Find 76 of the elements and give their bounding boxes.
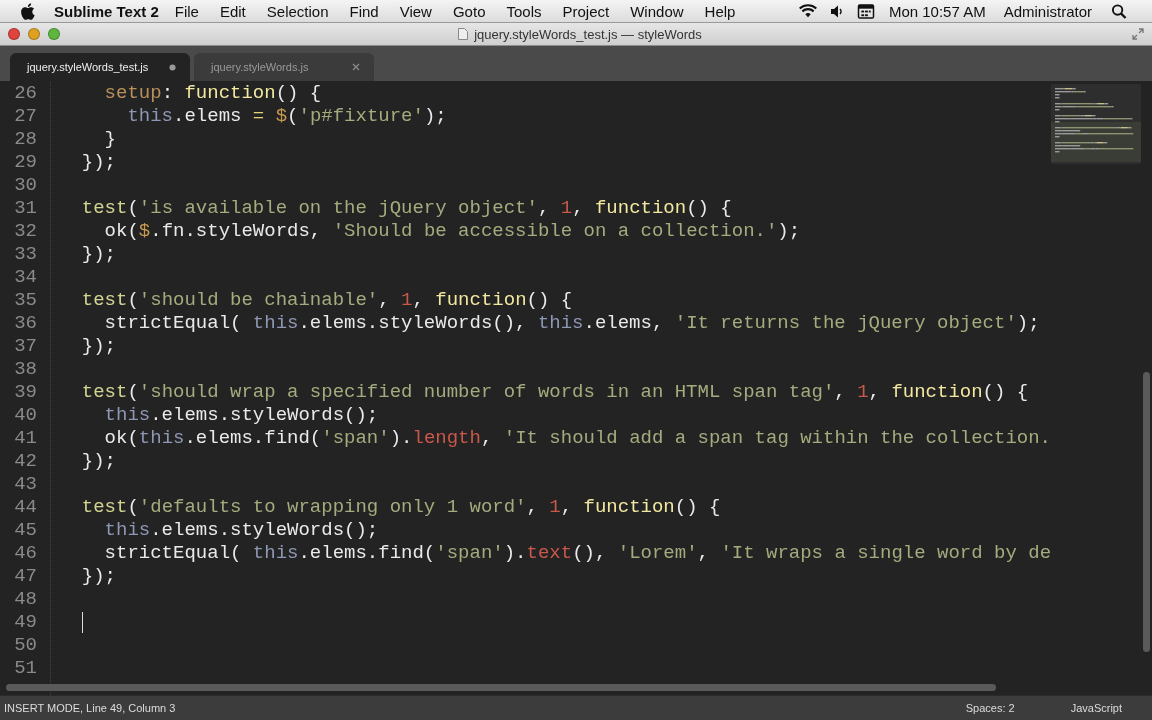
line-number: 32 xyxy=(13,220,37,243)
line-number: 51 xyxy=(13,657,37,680)
code-line: }); xyxy=(80,565,116,588)
line-number: 38 xyxy=(13,358,37,381)
menu-item[interactable]: Project xyxy=(562,2,610,20)
app-menu[interactable]: Sublime Text 2 xyxy=(54,2,159,20)
line-number: 49 xyxy=(13,611,37,634)
fullscreen-icon[interactable] xyxy=(1132,28,1144,40)
line-number: 35 xyxy=(13,289,37,312)
line-number: 34 xyxy=(13,266,37,289)
line-number: 29 xyxy=(13,151,37,174)
code-line: this.elems.styleWords(); xyxy=(103,519,379,542)
minimize-button[interactable] xyxy=(28,28,40,40)
line-number: 39 xyxy=(13,381,37,404)
wifi-icon[interactable] xyxy=(798,3,817,19)
apple-icon[interactable] xyxy=(20,2,35,20)
close-button[interactable] xyxy=(8,28,20,40)
close-icon[interactable] xyxy=(352,63,360,71)
code-line: ok($.fn.styleWords, 'Should be accessible on a collection.'); xyxy=(103,220,801,243)
code-line: this.elems.styleWords(); xyxy=(103,404,379,427)
line-number: 47 xyxy=(13,565,37,588)
syntax-setting[interactable]: JavaScript xyxy=(1070,702,1122,714)
line-number: 27 xyxy=(13,105,37,128)
line-number: 42 xyxy=(13,450,37,473)
window-title: jquery.styleWords_test.js — styleWords xyxy=(474,26,702,42)
line-number: 50 xyxy=(13,634,37,657)
code-line: test('should be chainable', 1, function() { xyxy=(80,289,573,312)
line-number: 43 xyxy=(13,473,37,496)
line-number: 31 xyxy=(13,197,37,220)
line-number: 46 xyxy=(13,542,37,565)
code-line: }); xyxy=(80,243,116,266)
file-tab[interactable]: jquery.styleWords_test.js xyxy=(10,53,190,81)
line-number: 37 xyxy=(13,335,37,358)
line-number: 28 xyxy=(13,128,37,151)
document-icon xyxy=(458,28,469,40)
menu-item[interactable]: Goto xyxy=(452,2,486,20)
code-line: setup: function() { xyxy=(103,82,322,105)
calendar-icon[interactable] xyxy=(856,3,875,19)
status-text: INSERT MODE, Line 49, Column 3 xyxy=(4,702,176,714)
line-number: 48 xyxy=(13,588,37,611)
search-icon[interactable] xyxy=(1110,3,1128,19)
menu-item[interactable]: Selection xyxy=(266,2,329,20)
code-line: }); xyxy=(80,335,116,358)
code-line: ok(this.elems.find('span').length, 'It should add a span tag within the collection. xyxy=(103,427,1052,450)
menu-item[interactable]: File xyxy=(174,2,199,20)
indentation-setting[interactable]: Spaces: 2 xyxy=(965,702,1015,714)
code-line: test('should wrap a specified number of words in an HTML span tag', 1, function() { xyxy=(80,381,1029,404)
line-number: 26 xyxy=(13,82,37,105)
code-line: }); xyxy=(80,151,116,174)
horizontal-scrollbar[interactable] xyxy=(6,684,996,691)
code-line: strictEqual( this.elems.find('span').text(), 'Lorem', 'It wraps a single word by de xyxy=(103,542,1052,565)
menu-item[interactable]: Tools xyxy=(506,2,542,20)
code-line: test('is available on the jQuery object', 1, function() { xyxy=(80,197,732,220)
menu-item[interactable]: Edit xyxy=(219,2,246,20)
menu-item[interactable]: Window xyxy=(630,2,684,20)
line-number: 40 xyxy=(13,404,37,427)
menu-item[interactable]: View xyxy=(399,2,432,20)
line-number: 44 xyxy=(13,496,37,519)
scrollbar-thumb[interactable] xyxy=(1143,372,1150,652)
user-menu[interactable]: Administrator xyxy=(1003,2,1092,20)
line-number: 36 xyxy=(13,312,37,335)
menu-item[interactable]: Help xyxy=(704,2,736,20)
line-number: 33 xyxy=(13,243,37,266)
code-line: this.elems = $('p#fixture'); xyxy=(126,105,447,128)
zoom-button[interactable] xyxy=(48,28,60,40)
code-line: }); xyxy=(80,450,116,473)
line-number: 30 xyxy=(13,174,37,197)
menu-item[interactable]: Find xyxy=(349,2,379,20)
code-line: test('defaults to wrapping only 1 word', 1, function() { xyxy=(80,496,721,519)
volume-icon[interactable] xyxy=(830,3,843,19)
code-line: } xyxy=(103,128,116,151)
menu-clock[interactable]: Mon 10:57 AM xyxy=(888,2,986,20)
line-number: 45 xyxy=(13,519,37,542)
code-line: strictEqual( this.elems.styleWords(), this.elems, 'It returns the jQuery object'); xyxy=(103,312,1040,335)
line-number: 41 xyxy=(13,427,37,450)
file-tab[interactable]: jquery.styleWords.js xyxy=(194,53,374,81)
